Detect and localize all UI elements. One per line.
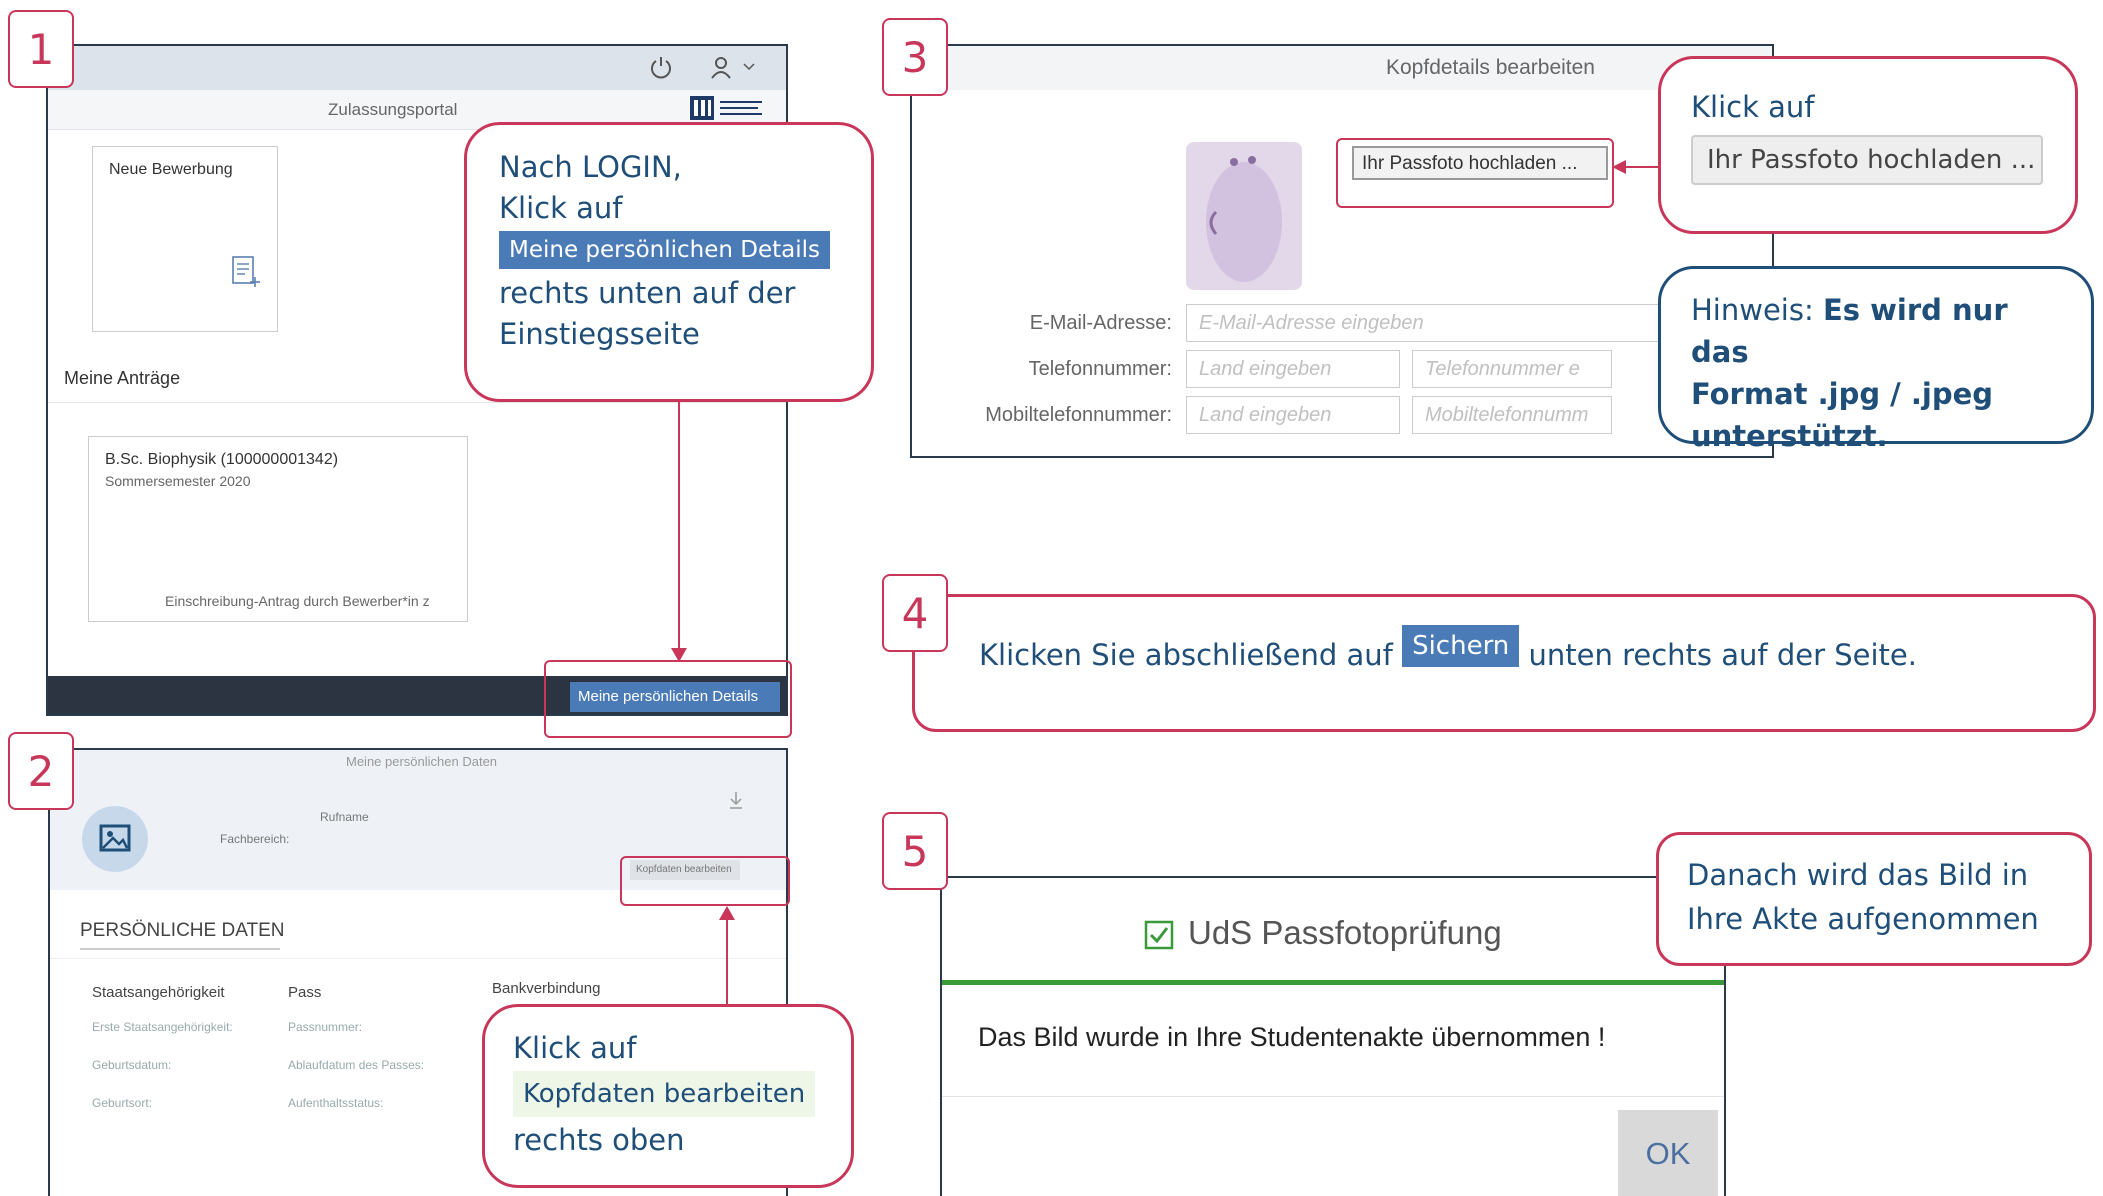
- step-3-screenshot: Kopfdetails bearbeiten Ihr Passfoto hoch…: [910, 44, 1774, 458]
- details-button-highlight: [544, 660, 792, 738]
- portal-topbar: [48, 46, 786, 90]
- step-1-number: 1: [8, 10, 74, 88]
- hint-bold-3: unterstützt.: [1691, 419, 1888, 453]
- passport-row-1: Passnummer:: [288, 1020, 363, 1034]
- nationality-row-3: Geburtsort:: [92, 1096, 153, 1110]
- step-1-callout-line3: rechts unten auf der: [499, 276, 796, 310]
- step-3-number: 3: [882, 18, 948, 96]
- step-5-screenshot: UdS Passfotoprüfung Das Bild wurde in Ih…: [940, 876, 1726, 1196]
- personal-data-header: Meine persönlichen Daten: [346, 754, 498, 769]
- step-4-callout: Klicken Sie abschließend auf Sichern unt…: [912, 594, 2096, 732]
- avatar: [82, 806, 148, 872]
- divider: [48, 402, 786, 403]
- step-5-callout-line2: Ihre Akte aufgenommen: [1687, 902, 2039, 936]
- step-1-callout-highlight: Meine persönlichen Details: [499, 231, 831, 269]
- section-divider: [50, 958, 786, 959]
- university-logo: [688, 90, 768, 126]
- ok-button[interactable]: OK: [1618, 1110, 1718, 1196]
- step-3-callout: Klick auf Ihr Passfoto hochladen ...: [1658, 56, 2078, 234]
- edit-header-highlight: [620, 856, 790, 906]
- new-document-icon: [231, 255, 261, 289]
- step-2-callout-line1: Klick auf: [513, 1031, 637, 1065]
- download-icon[interactable]: [728, 790, 744, 810]
- step-5-dialog-title: UdS Passfotoprüfung: [1188, 914, 1502, 951]
- step-3-dialog-title: Kopfdetails bearbeiten: [1386, 56, 1595, 79]
- step-2-arrow-head: [719, 906, 735, 920]
- phone-label: Telefonnummer:: [1028, 358, 1172, 380]
- step-3-hint-callout: Hinweis: Es wird nur das Format .jpg / .…: [1658, 266, 2094, 453]
- step-5-number: 5: [882, 812, 948, 890]
- step-1-callout-line2: Klick auf: [499, 191, 623, 225]
- user-icon[interactable]: [708, 54, 734, 80]
- application-title: B.Sc. Biophysik (100000001342): [105, 451, 339, 468]
- passport-header: Pass: [288, 984, 322, 1001]
- hint-bold-2: Format .jpg / .jpeg: [1691, 377, 1994, 411]
- rufname-label: Rufname: [320, 810, 369, 824]
- email-field[interactable]: E-Mail-Adresse eingeben: [1186, 304, 1706, 342]
- bank-header: Bankverbindung: [492, 980, 601, 997]
- nationality-header: Staatsangehörigkeit: [92, 984, 225, 1001]
- step-5-callout-line1: Danach wird das Bild in: [1687, 858, 2029, 892]
- step-1-callout-line4: Einstiegsseite: [499, 317, 700, 351]
- fachbereich-label: Fachbereich:: [220, 832, 290, 846]
- phone-country-field[interactable]: Land eingeben: [1186, 350, 1400, 388]
- application-status: Einschreibung-Antrag durch Bewerber*in z: [165, 593, 430, 609]
- step-2-arrow-line: [726, 918, 728, 1004]
- dialog-footer-divider: [942, 1096, 1724, 1097]
- step-5-callout: Danach wird das Bild in Ihre Akte aufgen…: [1656, 832, 2092, 966]
- my-applications-heading: Meine Anträge: [64, 368, 181, 388]
- step-2-callout: Klick auf Kopfdaten bearbeiten rechts ob…: [482, 1004, 854, 1188]
- passport-row-3: Aufenthaltsstatus:: [288, 1096, 384, 1110]
- checkbox-check-icon: [1144, 920, 1174, 950]
- step-3-arrow-line: [1624, 166, 1658, 168]
- passport-photo-placeholder: [1186, 142, 1302, 290]
- step-3-dialog-header: [912, 46, 1772, 90]
- step-2-number: 2: [8, 732, 74, 810]
- save-button[interactable]: Sichern: [1402, 625, 1520, 667]
- application-card[interactable]: B.Sc. Biophysik (100000001342) Sommersem…: [88, 436, 468, 622]
- mobile-label: Mobiltelefonnummer:: [985, 404, 1172, 426]
- nationality-row-1: Erste Staatsangehörigkeit:: [92, 1020, 233, 1034]
- personal-data-section-title: PERSÖNLICHE DATEN: [80, 920, 285, 941]
- step-2-callout-highlight: Kopfdaten bearbeiten: [513, 1071, 816, 1117]
- new-application-label: Neue Bewerbung: [109, 161, 233, 178]
- phone-field[interactable]: Telefonnummer e: [1412, 350, 1612, 388]
- step-3-callout-line1: Klick auf: [1691, 90, 1815, 124]
- portal-title: Zulassungsportal: [328, 100, 458, 119]
- step-4-text: Klicken Sie abschließend auf Sichern unt…: [979, 625, 1917, 685]
- step-2-callout-line2: rechts oben: [513, 1123, 685, 1157]
- chevron-down-icon[interactable]: [742, 60, 756, 74]
- hint-prefix: Hinweis:: [1691, 293, 1823, 327]
- step-3-callout-button: Ihr Passfoto hochladen ...: [1691, 135, 2043, 185]
- step-4-text-after: unten rechts auf der Seite.: [1528, 638, 1917, 672]
- email-label: E-Mail-Adresse:: [1029, 312, 1172, 334]
- application-semester: Sommersemester 2020: [105, 473, 251, 489]
- nationality-row-2: Geburtsdatum:: [92, 1058, 172, 1072]
- upload-button-highlight: [1336, 138, 1614, 208]
- mobile-field[interactable]: Mobiltelefonnumm: [1412, 396, 1612, 434]
- step-3-arrow-head: [1612, 160, 1626, 174]
- success-divider: [942, 980, 1724, 985]
- step-4-text-before: Klicken Sie abschließend auf: [979, 638, 1393, 672]
- section-underline: [80, 948, 280, 950]
- mobile-country-field[interactable]: Land eingeben: [1186, 396, 1400, 434]
- passport-row-2: Ablaufdatum des Passes:: [288, 1058, 425, 1072]
- new-application-tile[interactable]: Neue Bewerbung: [92, 146, 278, 332]
- power-icon[interactable]: [648, 54, 674, 80]
- step-5-message: Das Bild wurde in Ihre Studentenakte übe…: [978, 1022, 1606, 1052]
- step-4-number: 4: [882, 574, 948, 652]
- step-1-callout: Nach LOGIN, Klick auf Meine persönlichen…: [464, 122, 874, 402]
- step-1-arrow-line: [678, 402, 680, 652]
- step-1-callout-line1: Nach LOGIN,: [499, 150, 682, 184]
